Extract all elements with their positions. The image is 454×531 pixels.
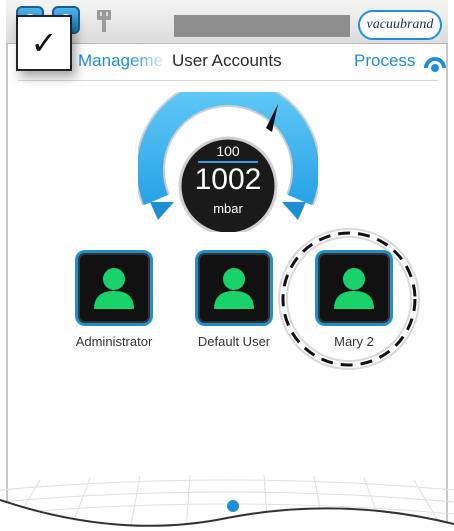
status-message-bar bbox=[174, 15, 350, 37]
pressure-unit: mbar bbox=[213, 201, 243, 216]
pressure-value: 1002 bbox=[194, 163, 262, 196]
bottom-decor bbox=[0, 474, 454, 531]
setpoint-value: 100 bbox=[216, 143, 240, 159]
user-tile[interactable] bbox=[195, 250, 273, 326]
user-icon bbox=[94, 268, 134, 309]
brand-logo: vacuubrand bbox=[358, 10, 442, 40]
user-administrator[interactable]: Administrator bbox=[54, 250, 174, 349]
user-tile[interactable] bbox=[75, 250, 153, 326]
status-bar: vacuubrand bbox=[6, 0, 448, 44]
user-icon bbox=[214, 268, 254, 309]
brand-text: vacuubrand bbox=[366, 17, 434, 32]
process-icon[interactable] bbox=[424, 52, 446, 74]
nav-process-link[interactable]: Process bbox=[354, 51, 415, 71]
header-divider bbox=[18, 80, 438, 81]
plug-icon bbox=[97, 10, 111, 32]
checkmark-popup[interactable]: ✓ bbox=[16, 15, 72, 71]
page-title: User Accounts bbox=[172, 51, 282, 70]
user-name: Administrator bbox=[75, 334, 153, 349]
page-indicator-dot[interactable] bbox=[227, 500, 239, 512]
checkmark-icon: ✓ bbox=[30, 24, 58, 62]
selection-highlight bbox=[278, 228, 420, 370]
nav-management-link[interactable]: Manageme bbox=[78, 51, 170, 71]
